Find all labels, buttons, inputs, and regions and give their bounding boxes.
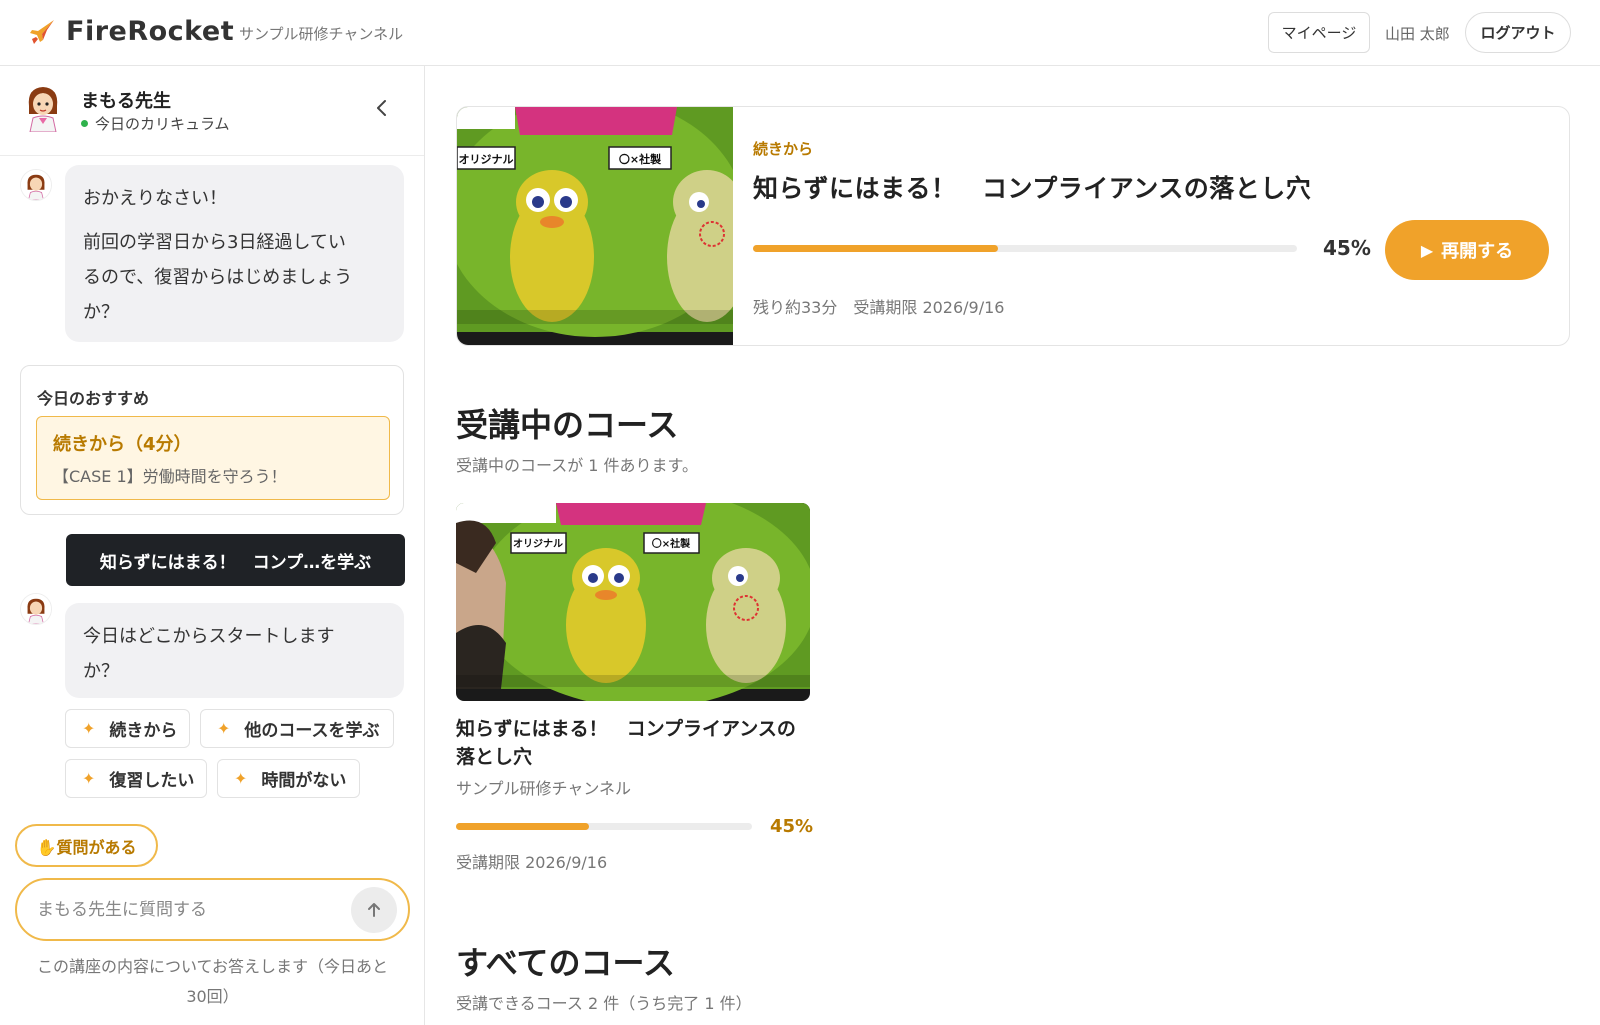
play-icon: ▶ bbox=[1420, 240, 1434, 260]
teacher-status: 今日のカリキュラム bbox=[81, 113, 230, 134]
teacher-chat-avatar bbox=[20, 169, 52, 201]
resume-progress-fill bbox=[753, 245, 998, 252]
rocket-logo-icon bbox=[30, 19, 54, 44]
chip-label: 復習したい bbox=[109, 771, 195, 791]
thumb-caption-left: オリジナル bbox=[513, 538, 563, 550]
logout-button[interactable]: ログアウト bbox=[1465, 12, 1571, 53]
chip-review[interactable]: ✦ 復習したい bbox=[65, 759, 207, 798]
thumb-caption-right: 〇×社製 bbox=[619, 152, 662, 166]
course-progress-fill bbox=[456, 823, 590, 830]
firerocket-logo[interactable]: FireRocket bbox=[28, 16, 234, 47]
sparkle-icon: ✦ bbox=[82, 719, 96, 738]
message-text: か？ bbox=[83, 302, 119, 323]
question-input-box bbox=[15, 878, 410, 941]
note-line: 30回） bbox=[186, 987, 239, 1006]
user-reply-bubble: 知らずにはまる！ コンプ…を学ぶ bbox=[66, 534, 405, 586]
teacher-name: まもる先生 bbox=[81, 91, 171, 112]
sidebar-header: まもる先生 今日のカリキュラム bbox=[0, 66, 424, 156]
chip-continue[interactable]: ✦ 続きから bbox=[65, 709, 190, 748]
top-header: FireRocket サンプル研修チャンネル マイページ 山田 太郎 ログアウト bbox=[0, 0, 1600, 66]
message-text: 前回の学習日から3日経過してい bbox=[83, 232, 346, 253]
all-courses-section-title: すべてのコース bbox=[456, 944, 675, 982]
message-text: おかえりなさい！ bbox=[83, 188, 227, 209]
message-text: るので、復習からはじめましょう bbox=[83, 267, 353, 288]
sparkle-icon: ✦ bbox=[82, 769, 96, 788]
sparkle-icon: ✦ bbox=[234, 769, 248, 788]
recommend-card: 今日のおすすめ 続きから（4分） 【CASE 1】労働時間を守ろう！ bbox=[20, 365, 404, 515]
teacher-message-bubble: 今日はどこからスタートします か？ bbox=[65, 603, 404, 698]
course-thumbnail: オリジナル 〇×社製 bbox=[456, 503, 810, 701]
mypage-button[interactable]: マイページ bbox=[1268, 12, 1370, 53]
resume-progress-bar bbox=[753, 245, 1297, 252]
recommend-item[interactable]: 続きから（4分） 【CASE 1】労働時間を守ろう！ bbox=[36, 416, 390, 500]
resume-label: 続きから bbox=[753, 140, 814, 158]
course-deadline: 受講期限 2026/9/16 bbox=[456, 853, 608, 872]
thumb-caption-left: オリジナル bbox=[459, 153, 514, 166]
question-limit-note: この講座の内容についてお答えします（今日あと 30回） bbox=[15, 952, 410, 1012]
in-progress-section-subtitle: 受講中のコースが 1 件あります。 bbox=[456, 456, 698, 475]
course-title[interactable]: 知らずにはまる！ コンプライアンスの落とし穴 bbox=[456, 715, 810, 771]
question-button[interactable]: ✋質問がある bbox=[15, 824, 158, 867]
course-thumbnail: オリジナル 〇×社製 bbox=[457, 107, 733, 345]
in-progress-section-title: 受講中のコース bbox=[456, 406, 679, 444]
recommend-title: 今日のおすすめ bbox=[37, 389, 150, 408]
resume-card[interactable]: オリジナル 〇×社製 続きから 知らずにはまる！ コンプライアンスの落とし穴 4… bbox=[456, 106, 1570, 346]
thumb-caption-right: 〇×社製 bbox=[652, 537, 690, 550]
course-progress-bar bbox=[456, 823, 752, 830]
teacher-status-label: 今日のカリキュラム bbox=[95, 115, 230, 133]
chip-other-courses[interactable]: ✦ 他のコースを学ぶ bbox=[200, 709, 394, 748]
channel-name: サンプル研修チャンネル bbox=[239, 25, 404, 43]
question-input[interactable] bbox=[37, 897, 337, 923]
message-text: 今日はどこからスタートします bbox=[83, 626, 335, 647]
recommend-main: 続きから（4分） bbox=[53, 434, 192, 455]
teacher-message-bubble: おかえりなさい！ 前回の学習日から3日経過してい るので、復習からはじめましょう… bbox=[65, 165, 404, 342]
chip-label: 他のコースを学ぶ bbox=[244, 721, 380, 741]
online-status-dot bbox=[81, 120, 88, 127]
chip-label: 時間がない bbox=[261, 771, 347, 791]
teacher-avatar bbox=[28, 87, 58, 132]
resume-progress-percent: 45% bbox=[1323, 236, 1371, 260]
recommend-sub: 【CASE 1】労働時間を守ろう！ bbox=[53, 467, 287, 486]
send-button[interactable] bbox=[351, 887, 397, 933]
teacher-chat-avatar bbox=[20, 593, 52, 625]
sparkle-icon: ✦ bbox=[217, 719, 231, 738]
resume-button[interactable]: ▶ 再開する bbox=[1385, 220, 1549, 280]
course-progress-percent: 45% bbox=[770, 816, 814, 837]
chip-no-time[interactable]: ✦ 時間がない bbox=[217, 759, 360, 798]
logo-text: FireRocket bbox=[66, 16, 235, 47]
chip-label: 続きから bbox=[109, 721, 178, 741]
user-name: 山田 太郎 bbox=[1385, 25, 1450, 43]
course-channel: サンプル研修チャンネル bbox=[456, 779, 632, 798]
all-courses-section-subtitle: 受講できるコース 2 件（うち完了 1 件） bbox=[456, 994, 752, 1013]
arrow-up-icon bbox=[368, 903, 380, 917]
note-line: この講座の内容についてお答えします（今日あと bbox=[36, 957, 389, 976]
assistant-sidebar: まもる先生 今日のカリキュラム おかえりなさい！ 前回の学習日から3日経過してい… bbox=[0, 66, 425, 1025]
resume-button-label: 再開する bbox=[1441, 241, 1514, 262]
message-text: か？ bbox=[83, 661, 119, 682]
resume-course-title: 知らずにはまる！ コンプライアンスの落とし穴 bbox=[753, 174, 1312, 203]
resume-meta: 残り約33分 受講期限 2026/9/16 bbox=[753, 298, 1005, 317]
chevron-left-icon[interactable] bbox=[370, 96, 394, 120]
